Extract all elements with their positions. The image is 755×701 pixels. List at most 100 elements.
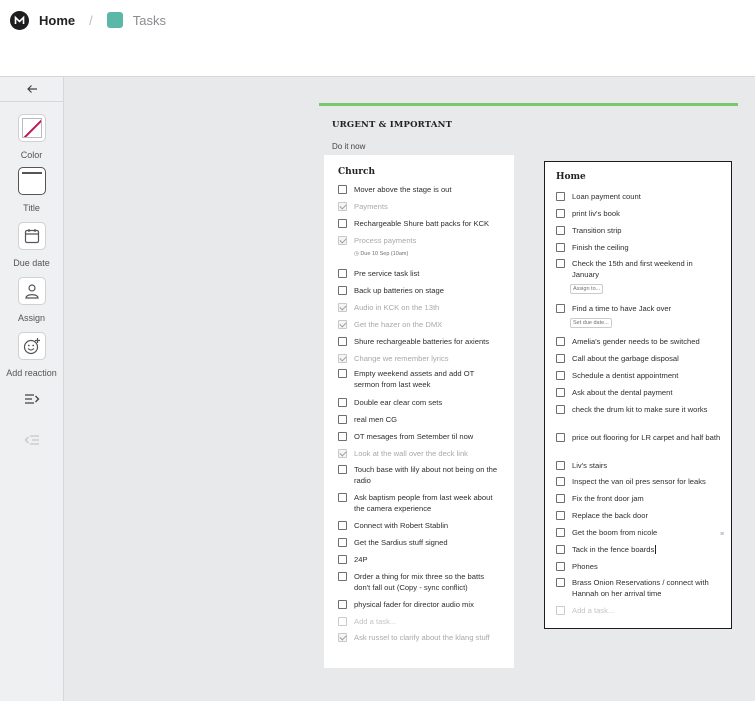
- task-label[interactable]: real men CG: [354, 414, 397, 425]
- task-item[interactable]: Finish the ceiling: [556, 242, 721, 253]
- task-label[interactable]: Ask about the dental payment: [572, 387, 672, 398]
- task-label[interactable]: Audio in KCK on the 13th: [354, 302, 439, 313]
- task-checkbox[interactable]: [556, 259, 565, 268]
- task-label[interactable]: Phones: [572, 561, 598, 572]
- task-item[interactable]: Call about the garbage disposal: [556, 353, 721, 364]
- task-label[interactable]: Back up batteries on stage: [354, 285, 444, 296]
- back-button[interactable]: [0, 77, 63, 102]
- task-item[interactable]: price out flooring for LR carpet and hal…: [556, 432, 721, 443]
- task-checkbox[interactable]: [556, 511, 565, 520]
- task-item[interactable]: Fix the front door jam: [556, 493, 721, 504]
- task-checkbox[interactable]: [556, 578, 565, 587]
- task-item[interactable]: Get the Sardius stuff signed: [338, 537, 498, 548]
- due-date-badge[interactable]: ◷ Due 10 Sep (10am): [352, 250, 410, 258]
- task-label[interactable]: Touch base with lily about not being on …: [354, 464, 498, 486]
- task-item[interactable]: 24P: [338, 554, 498, 565]
- task-label[interactable]: Check the 15th and first weekend in Janu…: [572, 258, 721, 280]
- task-label[interactable]: Brass Onion Reservations / connect with …: [572, 577, 721, 599]
- task-item[interactable]: Order a thing for mix three so the batts…: [338, 571, 498, 593]
- add-task-input[interactable]: Add a task...: [556, 605, 721, 616]
- task-checkbox[interactable]: [338, 432, 347, 441]
- task-checkbox[interactable]: [556, 371, 565, 380]
- add-task-input[interactable]: Add a task...: [338, 616, 498, 627]
- task-label[interactable]: Shure rechargeable batteries for axients: [354, 336, 489, 347]
- task-item[interactable]: Find a time to have Jack over: [556, 303, 721, 314]
- task-item[interactable]: Rechargeable Shure batt packs for KCK: [338, 218, 498, 229]
- task-checkbox[interactable]: [338, 185, 347, 194]
- task-checkbox[interactable]: [556, 192, 565, 201]
- task-label[interactable]: Get the Sardius stuff signed: [354, 537, 448, 548]
- task-item[interactable]: Touch base with lily about not being on …: [338, 464, 498, 486]
- task-checkbox[interactable]: [338, 369, 347, 378]
- task-checkbox[interactable]: [556, 304, 565, 313]
- due-date-tool[interactable]: Due date: [0, 222, 63, 268]
- task-item[interactable]: Inspect the van oil pres sensor for leak…: [556, 476, 721, 487]
- app-logo-icon[interactable]: [10, 10, 29, 30]
- section-title[interactable]: URGENT & IMPORTANT: [332, 120, 738, 130]
- expand-list-button[interactable]: [0, 392, 63, 410]
- task-checkbox[interactable]: [338, 521, 347, 530]
- task-label[interactable]: Mover above the stage is out: [354, 184, 452, 195]
- task-label[interactable]: Fix the front door jam: [572, 493, 644, 504]
- task-checkbox[interactable]: [556, 477, 565, 486]
- task-item[interactable]: Transition strip: [556, 225, 721, 236]
- task-item[interactable]: Look at the wall over the deck link: [338, 448, 498, 459]
- task-item[interactable]: Schedule a dentist appointment: [556, 370, 721, 381]
- task-item[interactable]: Ask russel to clarify about the klang st…: [338, 632, 498, 643]
- task-item[interactable]: Brass Onion Reservations / connect with …: [556, 577, 721, 599]
- task-label[interactable]: Tack in the fence boards: [572, 544, 654, 555]
- task-label[interactable]: Inspect the van oil pres sensor for leak…: [572, 476, 706, 487]
- church-title[interactable]: Church: [338, 167, 375, 177]
- task-label[interactable]: Pre service task list: [354, 268, 419, 279]
- task-label[interactable]: Payments: [354, 201, 388, 212]
- task-item[interactable]: print liv's book: [556, 208, 721, 219]
- title-tool[interactable]: Title: [0, 167, 63, 213]
- task-checkbox[interactable]: [338, 493, 347, 502]
- task-item[interactable]: Change we remember lyrics: [338, 353, 498, 364]
- task-label[interactable]: OT mesages from Setember til now: [354, 431, 473, 442]
- task-checkbox[interactable]: [338, 415, 347, 424]
- task-label[interactable]: Replace the back door: [572, 510, 648, 521]
- task-item[interactable]: real men CG: [338, 414, 498, 425]
- task-label[interactable]: Amelia's gender needs to be switched: [572, 336, 700, 347]
- task-checkbox[interactable]: [338, 633, 347, 642]
- task-checkbox[interactable]: [338, 572, 347, 581]
- task-checkbox[interactable]: [338, 286, 347, 295]
- task-label[interactable]: Process payments: [354, 235, 416, 246]
- task-label[interactable]: Get the hazer on the DMX: [354, 319, 442, 330]
- task-checkbox[interactable]: [556, 405, 565, 414]
- task-item[interactable]: OT mesages from Setember til now: [338, 431, 498, 442]
- task-item[interactable]: Liv's stairs: [556, 460, 721, 471]
- task-label[interactable]: Look at the wall over the deck link: [354, 448, 468, 459]
- set-due-date-field[interactable]: Set due date...: [570, 318, 612, 328]
- task-label[interactable]: print liv's book: [572, 208, 620, 219]
- task-item[interactable]: Tack in the fence boards: [556, 544, 721, 555]
- task-checkbox[interactable]: [338, 449, 347, 458]
- assign-tool[interactable]: Assign: [0, 277, 63, 323]
- task-item[interactable]: Mover above the stage is out: [338, 184, 498, 195]
- task-label[interactable]: Change we remember lyrics: [354, 353, 449, 364]
- task-label[interactable]: Connect with Robert Stablin: [354, 520, 448, 531]
- task-checkbox[interactable]: [338, 354, 347, 363]
- task-item[interactable]: Ask baptism people from last week about …: [338, 492, 498, 514]
- task-checkbox[interactable]: [556, 562, 565, 571]
- task-label[interactable]: Ask russel to clarify about the klang st…: [354, 632, 490, 643]
- task-label[interactable]: Loan payment count: [572, 191, 641, 202]
- task-checkbox[interactable]: [556, 354, 565, 363]
- task-checkbox[interactable]: [338, 398, 347, 407]
- task-checkbox[interactable]: [338, 465, 347, 474]
- task-label[interactable]: Schedule a dentist appointment: [572, 370, 678, 381]
- task-checkbox[interactable]: [338, 269, 347, 278]
- task-label[interactable]: physical fader for director audio mix: [354, 599, 474, 610]
- task-item[interactable]: Back up batteries on stage: [338, 285, 498, 296]
- drag-handle-icon[interactable]: ≡: [720, 531, 724, 538]
- task-checkbox[interactable]: [556, 545, 565, 554]
- task-item[interactable]: Shure rechargeable batteries for axients: [338, 336, 498, 347]
- task-item[interactable]: Connect with Robert Stablin: [338, 520, 498, 531]
- breadcrumb-home[interactable]: Home: [39, 13, 75, 28]
- task-label[interactable]: 24P: [354, 554, 368, 565]
- task-label[interactable]: Order a thing for mix three so the batts…: [354, 571, 498, 593]
- task-item[interactable]: check the drum kit to make sure it works: [556, 404, 721, 415]
- task-label[interactable]: Rechargeable Shure batt packs for KCK: [354, 218, 489, 229]
- task-checkbox[interactable]: [556, 337, 565, 346]
